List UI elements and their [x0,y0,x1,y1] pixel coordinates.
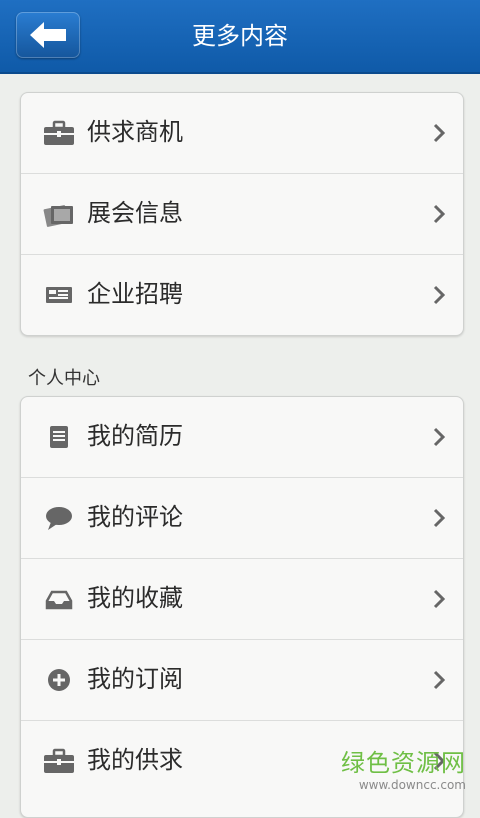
list-item-label: 企业招聘 [87,280,183,308]
cards-icon [43,205,73,227]
more-content-list: 供求商机 展会信息 企业招聘 [20,92,464,336]
chevron-right-icon [433,123,445,143]
list-item-my-favorites[interactable]: 我的收藏 [21,559,463,640]
chevron-right-icon [433,427,445,447]
document-icon [50,426,68,448]
site-watermark: 绿色资源网 www.downcc.com [341,743,466,792]
list-item-label: 我的评论 [87,503,183,531]
watermark-main: 绿色资源网 [341,749,466,777]
inbox-icon [45,590,73,610]
list-item-my-resume[interactable]: 我的简历 [21,397,463,478]
chevron-right-icon [433,508,445,528]
briefcase-icon [44,120,74,145]
list-item-my-comments[interactable]: 我的评论 [21,478,463,559]
page-title: 更多内容 [192,22,288,50]
speech-bubble-icon [46,507,72,530]
chevron-right-icon [433,670,445,690]
list-item-label: 供求商机 [87,118,183,146]
list-item-label: 展会信息 [87,199,183,227]
chevron-right-icon [433,589,445,609]
top-bar: 更多内容 [0,0,480,74]
list-item-supply-demand[interactable]: 供求商机 [21,93,463,174]
list-item-my-subscriptions[interactable]: 我的订阅 [21,640,463,721]
list-item-recruitment[interactable]: 企业招聘 [21,255,463,335]
plus-circle-icon [48,669,70,691]
list-item-label: 我的收藏 [87,584,183,612]
chevron-right-icon [433,204,445,224]
id-card-icon [46,287,72,303]
section-title: 个人中心 [28,368,100,389]
watermark-url: www.downcc.com [358,778,466,792]
content-area: 供求商机 展会信息 企业招聘 个人中心 我的简历 我的评论 我的收藏 我的订阅 … [0,74,480,818]
list-item-label: 我的供求 [87,746,183,774]
list-item-exhibitions[interactable]: 展会信息 [21,174,463,255]
list-item-label: 我的订阅 [87,665,183,693]
list-item-label: 我的简历 [87,422,183,450]
chevron-right-icon [433,285,445,305]
briefcase-icon [44,748,74,773]
